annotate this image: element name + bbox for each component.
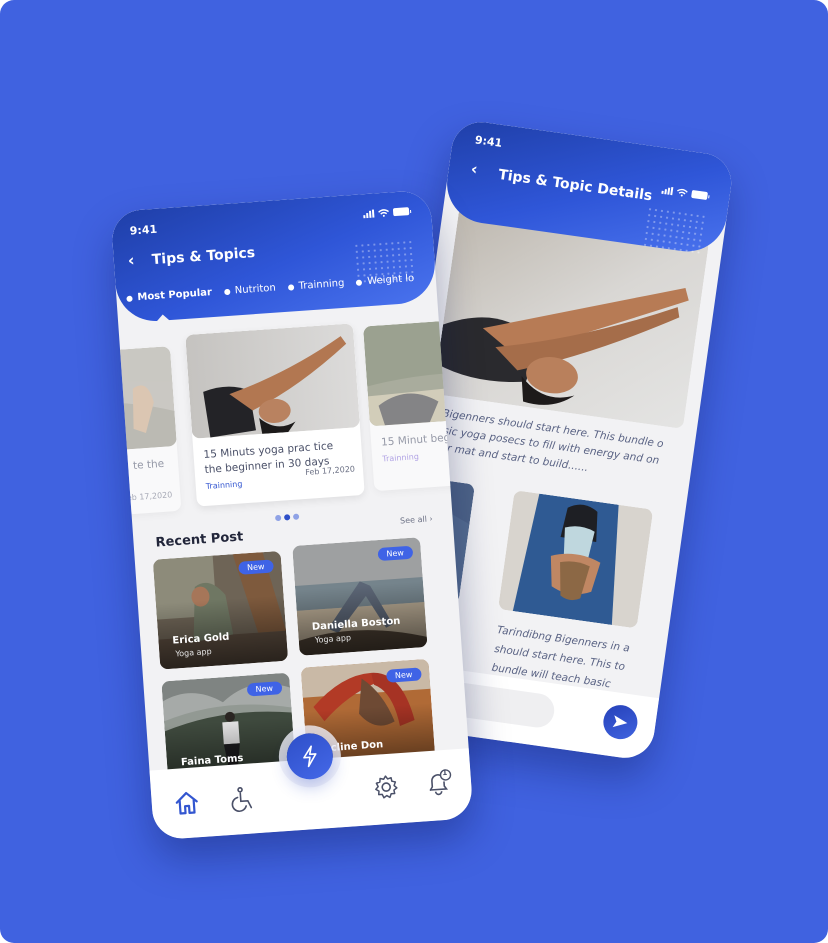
section-title: Recent Post <box>155 529 244 551</box>
topic-carousel[interactable]: te the Feb 17,2020 15 Minuts yoga prac t… <box>110 315 474 522</box>
bullet-icon <box>356 279 363 286</box>
post-card[interactable]: New Erica Gold Yoga app <box>152 550 289 670</box>
tab-label: Nutriton <box>234 282 277 297</box>
new-badge: New <box>385 667 422 683</box>
tab-label: Most Popular <box>137 287 213 304</box>
tab-training[interactable]: Trainning <box>287 277 345 293</box>
post-card[interactable]: New Daniella Boston Yoga app <box>292 537 428 656</box>
card-image <box>110 346 177 458</box>
status-icons <box>661 186 709 201</box>
thumbnail-image <box>497 490 654 629</box>
chevron-left-icon[interactable]: ‹ <box>127 250 135 269</box>
bell-icon[interactable]: 1 <box>424 767 454 801</box>
lightning-icon <box>303 745 317 768</box>
page-dot[interactable] <box>292 513 300 520</box>
bullet-icon <box>223 288 231 295</box>
tab-label: Trainning <box>298 277 345 292</box>
card-date: Feb 17,2020 <box>122 490 173 503</box>
tab-nutrition[interactable]: Nutriton <box>223 283 276 298</box>
new-badge: New <box>377 545 414 562</box>
status-time: 9:41 <box>129 222 158 238</box>
new-badge: New <box>246 681 283 697</box>
carousel-card[interactable]: te the Feb 17,2020 <box>110 346 182 522</box>
status-time: 9:41 <box>474 133 504 150</box>
send-icon <box>612 715 628 728</box>
wifi-icon <box>378 209 389 217</box>
battery-icon <box>392 207 410 217</box>
send-button[interactable] <box>601 702 640 742</box>
topics-header: 9:41 ‹ Tips & Topics Most Popular Nutrit… <box>110 189 438 324</box>
tab-most-popular[interactable]: Most Popular <box>126 287 212 304</box>
see-all-link[interactable]: See all › <box>400 514 433 525</box>
page-title: Tips & Topic Details <box>497 166 654 205</box>
canvas-background: e Bigenners should start here. This bund… <box>0 0 828 943</box>
topic-tabs: Most Popular Nutriton Trainning Weight l… <box>126 272 415 304</box>
page-title: Tips & Topics <box>151 244 256 269</box>
notification-count: 1 <box>442 768 448 778</box>
bullet-icon <box>126 295 133 302</box>
home-icon[interactable] <box>173 789 201 821</box>
bullet-icon <box>287 283 294 291</box>
wifi-icon <box>677 188 688 197</box>
gear-icon[interactable] <box>372 773 400 805</box>
dots-pattern <box>641 205 707 254</box>
topics-screen: 9:41 ‹ Tips & Topics Most Popular Nutrit… <box>110 189 474 841</box>
page-dot[interactable] <box>274 514 282 522</box>
accessibility-icon[interactable] <box>229 785 257 817</box>
card-title: te the <box>132 457 165 472</box>
battery-icon <box>691 189 709 201</box>
signal-icon <box>661 186 674 196</box>
card-image <box>185 323 361 439</box>
active-tab-indicator <box>155 314 171 323</box>
status-icons <box>363 207 410 219</box>
signal-icon <box>363 209 375 219</box>
tab-label: Weight lo <box>366 272 415 288</box>
new-badge: New <box>237 559 274 575</box>
carousel-card[interactable]: 15 Minuts yoga prac tice the beginner in… <box>185 323 365 507</box>
carousel-pagination <box>274 513 300 522</box>
chevron-left-icon[interactable]: ‹ <box>470 159 479 179</box>
page-dot-active[interactable] <box>283 514 291 521</box>
